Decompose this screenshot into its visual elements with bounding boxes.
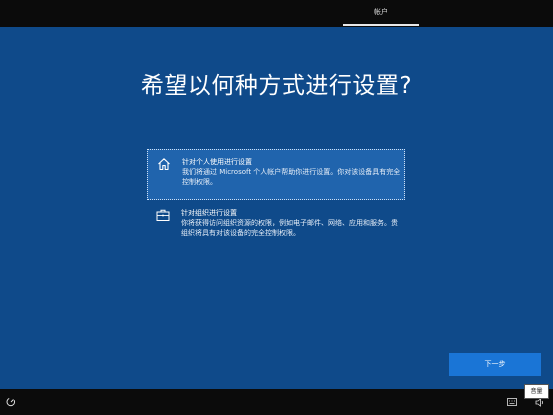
page-title: 希望以何种方式进行设置? [140, 73, 413, 99]
top-bar: 帐户 [0, 0, 553, 27]
option-personal-title: 针对个人使用进行设置 [182, 158, 252, 166]
oobe-screen: 帐户 希望以何种方式进行设置? 针对个人使用进行设置 我们将通过 Microso… [0, 0, 553, 415]
option-personal-use[interactable]: 针对个人使用进行设置 我们将通过 Microsoft 个人帐户帮助你进行设置。你… [147, 149, 405, 200]
volume-icon[interactable] [535, 398, 545, 407]
home-icon [158, 158, 170, 171]
tab-account[interactable]: 帐户 [343, 0, 419, 27]
bottom-bar [0, 389, 553, 415]
briefcase-icon [156, 209, 170, 221]
option-organization-title: 针对组织进行设置 [181, 209, 237, 217]
volume-tooltip: 音量 [524, 384, 549, 399]
tab-active-indicator [343, 24, 419, 26]
next-button[interactable]: 下一步 [449, 353, 541, 376]
option-organization-description: 你将获得访问组织资源的权限，例如电子邮件、网络、应用和服务。贵组织将具有对该设备… [181, 219, 398, 237]
accessibility-icon[interactable] [6, 397, 16, 407]
option-organization[interactable]: 针对组织进行设置 你将获得访问组织资源的权限，例如电子邮件、网络、应用和服务。贵… [147, 205, 405, 245]
keyboard-icon[interactable] [507, 398, 517, 406]
option-personal-description: 我们将通过 Microsoft 个人帐户帮助你进行设置。你对该设备具有完全控制权… [182, 168, 401, 186]
